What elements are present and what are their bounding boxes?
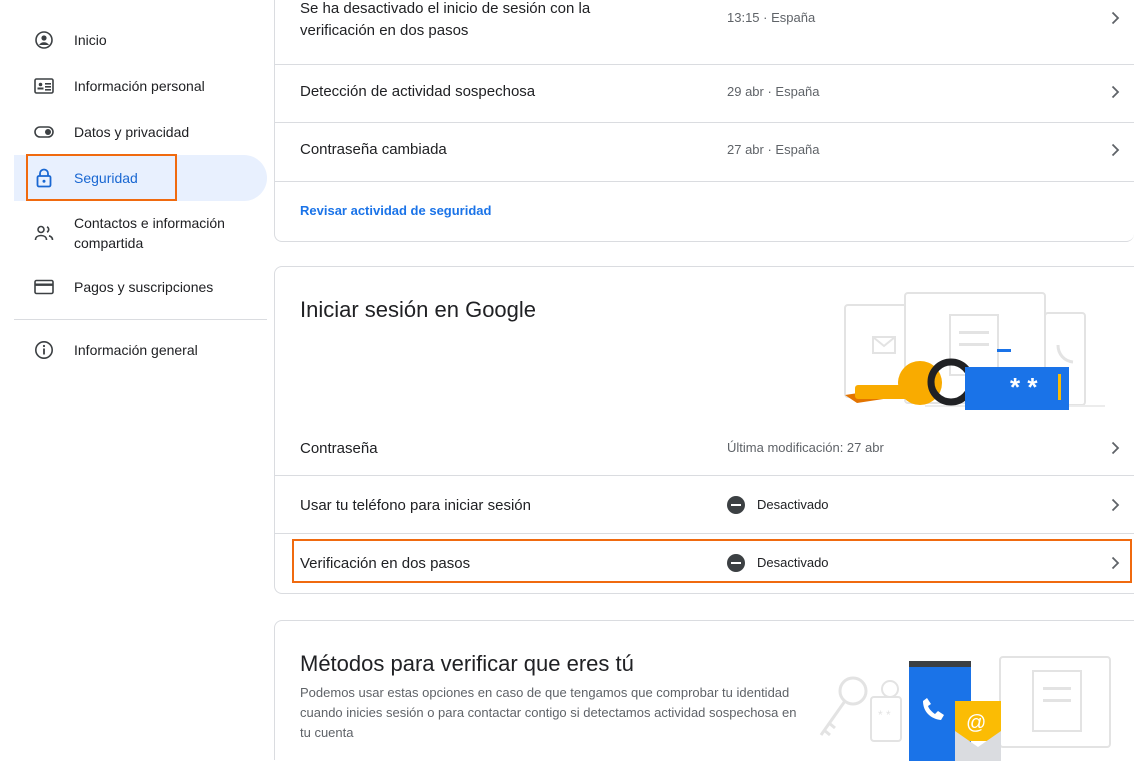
sidebar-item-label: Datos y privacidad (74, 124, 190, 140)
row-divider (275, 181, 1134, 182)
sidebar-item-informacion-personal[interactable]: Información personal (14, 74, 267, 98)
sidebar-item-label: Información general (74, 342, 198, 358)
review-security-activity-link[interactable]: Revisar actividad de seguridad (300, 203, 491, 218)
phone-signin-title: Usar tu teléfono para iniciar sesión (300, 497, 531, 514)
credit-card-icon (34, 277, 54, 297)
sidebar-item-label: Inicio (74, 32, 107, 48)
activity-meta: 29 abr · España (727, 84, 820, 99)
verify-card-description: Podemos usar estas opciones en caso de q… (300, 685, 797, 740)
chevron-right-icon (1111, 143, 1120, 157)
activity-meta: 13:15 · España (727, 10, 816, 25)
people-icon (34, 223, 54, 243)
password-row[interactable]: Contraseña Última modificación: 27 abr (275, 424, 1134, 474)
sidebar-item-label: Contactos e información compartida (74, 215, 225, 251)
verify-illustration: * * @ (819, 656, 1111, 761)
signin-card-title: Iniciar sesión en Google (300, 297, 537, 322)
activity-title: Se ha desactivado el inicio de sesión co… (300, 0, 591, 39)
sidebar-divider (14, 319, 267, 320)
sidebar-item-inicio[interactable]: Inicio (14, 28, 267, 52)
info-icon (34, 340, 54, 360)
account-circle-icon (34, 30, 54, 50)
activity-title: Contraseña cambiada (300, 141, 447, 158)
chevron-right-icon (1111, 85, 1120, 99)
email-at-symbol: @ (966, 712, 986, 734)
chevron-right-icon (1111, 11, 1120, 25)
status-text: Desactivado (757, 497, 829, 512)
two-step-highlight-box (292, 539, 1132, 583)
id-card-icon (34, 76, 54, 96)
sidebar-item-label: Información personal (74, 78, 205, 94)
recent-activity-card: Se ha desactivado el inicio de sesión co… (274, 0, 1134, 242)
password-last-modified: Última modificación: 27 abr (727, 440, 884, 455)
disabled-icon (727, 496, 745, 514)
seguridad-highlight-box (26, 154, 177, 201)
signin-illustration: * * (844, 292, 1105, 410)
password-row-title: Contraseña (300, 440, 378, 457)
password-stars: * * (1010, 372, 1038, 402)
svg-text:* *: * * (878, 708, 891, 722)
verification-methods-card: Métodos para verificar que eres tú Podem… (274, 620, 1134, 761)
activity-row[interactable]: Se ha desactivado el inicio de sesión co… (275, 0, 1134, 64)
phone-signin-status: Desactivado (727, 495, 829, 515)
sidebar-item-label: Pagos y suscripciones (74, 279, 214, 295)
phone-signin-row[interactable]: Usar tu teléfono para iniciar sesión Des… (275, 476, 1134, 533)
activity-row[interactable]: Detección de actividad sospechosa 29 abr… (275, 65, 1134, 122)
verify-card-title: Métodos para verificar que eres tú (300, 651, 634, 676)
sidebar-item-contactos[interactable]: Contactos e información compartida (14, 213, 267, 253)
chevron-right-icon (1111, 498, 1120, 512)
chevron-right-icon (1111, 441, 1120, 455)
sidebar-item-datos-privacidad[interactable]: Datos y privacidad (14, 120, 267, 144)
sidebar-item-pagos[interactable]: Pagos y suscripciones (14, 275, 267, 299)
toggle-icon (34, 122, 54, 142)
activity-title: Detección de actividad sospechosa (300, 83, 536, 100)
activity-row[interactable]: Contraseña cambiada 27 abr · España (275, 123, 1134, 180)
sidebar-nav: Inicio Información personal Datos y priv… (0, 0, 267, 751)
activity-meta: 27 abr · España (727, 142, 820, 157)
sidebar-item-informacion-general[interactable]: Información general (14, 338, 267, 362)
